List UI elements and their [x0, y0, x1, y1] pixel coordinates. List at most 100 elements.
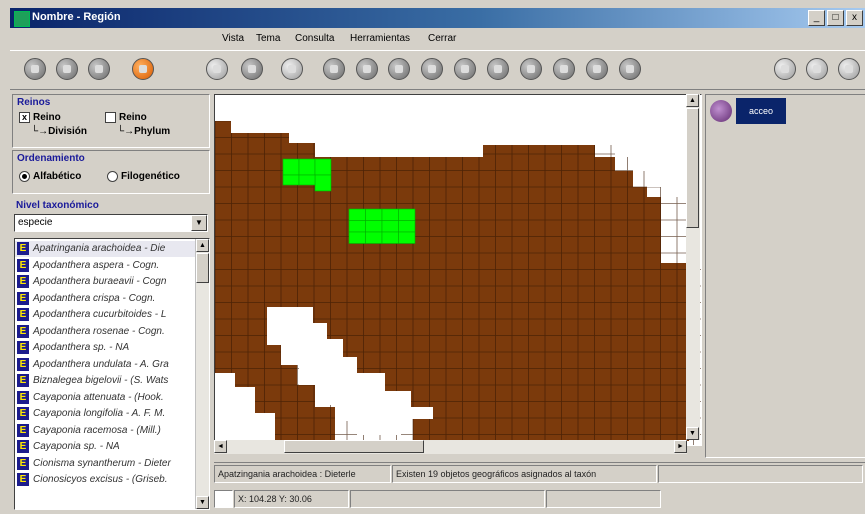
list-item[interactable]: E Cayaponia racemosa - (Mill.): [15, 423, 195, 439]
map-vertical-scrollbar[interactable]: ▲ ▼: [686, 94, 700, 440]
record-cell[interactable]: [298, 158, 316, 176]
map-horizontal-scrollbar[interactable]: ◄ ►: [214, 440, 687, 454]
menu-cerrar[interactable]: Cerrar: [428, 33, 456, 44]
maximize-button[interactable]: □: [827, 10, 844, 26]
stop-icon[interactable]: [56, 58, 78, 80]
window-title: Nombre - Región: [32, 11, 121, 23]
checkbox-unchecked-icon[interactable]: [105, 112, 116, 123]
list-item-label: Cayaponia sp. - NA: [33, 441, 120, 452]
list-item[interactable]: E Cayaponia longifolia - A. F. M.: [15, 406, 195, 422]
list-item[interactable]: E Cayaponia attenuata - (Hook.: [15, 390, 195, 406]
layers-icon[interactable]: [487, 58, 509, 80]
taxon-icon: E: [17, 275, 29, 288]
map-icon[interactable]: [806, 58, 828, 80]
arrow-icon[interactable]: [520, 58, 542, 80]
status-indicator: [214, 490, 233, 508]
map-canvas[interactable]: [214, 94, 702, 446]
list-item[interactable]: E Apodanthera crispa - Cogn.: [15, 291, 195, 307]
radio-unselected-icon[interactable]: [107, 171, 118, 182]
record-cell[interactable]: [348, 220, 366, 233]
record-cell[interactable]: [348, 231, 366, 244]
earth-icon[interactable]: [774, 58, 796, 80]
nivel-title: Nivel taxonómico: [16, 200, 99, 211]
print-icon[interactable]: [241, 58, 263, 80]
close-button[interactable]: x: [846, 10, 863, 26]
list-item[interactable]: E Biznalegea bigelovii - (S. Wats: [15, 373, 195, 389]
menu-vista[interactable]: Vista: [222, 33, 244, 44]
record-cell[interactable]: [314, 158, 332, 176]
list-item[interactable]: E Cayaponia sp. - NA: [15, 439, 195, 455]
legend-item[interactable]: acceo: [708, 96, 788, 126]
zoom-in-icon[interactable]: [323, 58, 345, 80]
list-item[interactable]: E Apodanthera sp. - NA: [15, 340, 195, 356]
record-cell[interactable]: [398, 208, 416, 221]
reinos-phylum-option[interactable]: Reino: [105, 112, 147, 123]
reinos-option2-label: Reino: [119, 112, 147, 124]
species-list[interactable]: E Apatringania arachoidea - Die E Apodanthe…: [14, 238, 210, 510]
taxon-icon: E: [17, 242, 29, 255]
map-scroll-up-icon[interactable]: ▲: [686, 94, 699, 107]
record-cell[interactable]: [282, 158, 300, 176]
list-item[interactable]: E Apatringania arachoidea - Die: [15, 241, 195, 257]
ordenamiento-alfabetico[interactable]: Alfabético: [19, 171, 81, 182]
zoom-out-icon[interactable]: [356, 58, 378, 80]
list-item[interactable]: E Cionosicyos excisus - (Griseb.: [15, 472, 195, 488]
record-cell[interactable]: [298, 174, 316, 186]
ordenamiento-group: Ordenamiento Alfabético Filogenético: [12, 150, 210, 194]
scroll-thumb[interactable]: [196, 253, 209, 283]
list-item[interactable]: E Apodanthera aspera - Cogn.: [15, 258, 195, 274]
list-item-label: Cionisma synantherum - Dieter: [33, 457, 171, 469]
minimize-button[interactable]: _: [808, 10, 825, 26]
list-item[interactable]: E Cionisma synantherum - Dieter: [15, 456, 195, 472]
layer-ball-icon: [710, 100, 732, 122]
menu-consulta[interactable]: Consulta: [295, 33, 334, 44]
reinos-division-option[interactable]: x Reino: [19, 112, 61, 123]
map-scroll-down-icon[interactable]: ▼: [686, 427, 699, 440]
shield-icon[interactable]: [88, 58, 110, 80]
nivel-select[interactable]: especie ▼: [14, 214, 208, 232]
taxon-icon: E: [17, 308, 29, 321]
list-item[interactable]: E Apodanthera buraeavii - Cogn: [15, 274, 195, 290]
map-scroll-right-icon[interactable]: ►: [674, 440, 687, 453]
radio-selected-icon[interactable]: [19, 171, 30, 182]
record-cell[interactable]: [365, 220, 383, 233]
record-cell[interactable]: [398, 220, 416, 233]
record-cell[interactable]: [348, 208, 366, 221]
list-item-label: Apodanthera sp. - NA: [33, 342, 130, 353]
record-cell[interactable]: [381, 208, 399, 221]
list-item[interactable]: E Apodanthera undulata - A. Gra: [15, 357, 195, 373]
clear-icon[interactable]: [586, 58, 608, 80]
select-icon[interactable]: [553, 58, 575, 80]
extra-icon[interactable]: [838, 58, 860, 80]
list-item[interactable]: E Apodanthera rosenae - Cogn.: [15, 324, 195, 340]
globe-icon[interactable]: [281, 58, 303, 80]
taxon-icon: E: [17, 374, 29, 387]
record-cell[interactable]: [282, 174, 300, 186]
scroll-down-icon[interactable]: ▼: [196, 496, 209, 509]
pan-icon[interactable]: [24, 58, 46, 80]
tools-icon[interactable]: [206, 58, 228, 80]
ordenamiento-filogenetico[interactable]: Filogenético: [107, 171, 180, 182]
query-icon[interactable]: [454, 58, 476, 80]
ordenamiento-opt1-label: Alfabético: [33, 171, 82, 183]
fullextent-icon[interactable]: [388, 58, 410, 80]
record-cell[interactable]: [365, 231, 383, 244]
menu-tema[interactable]: Tema: [256, 33, 280, 44]
help-icon[interactable]: [619, 58, 641, 80]
record-cell[interactable]: [381, 231, 399, 244]
chevron-down-icon[interactable]: ▼: [191, 215, 207, 231]
species-scrollbar[interactable]: ▲ ▼: [195, 239, 209, 509]
info-icon[interactable]: [421, 58, 443, 80]
map-hscroll-thumb[interactable]: [284, 440, 424, 453]
list-item[interactable]: E Apodanthera cucurbitoides - L: [15, 307, 195, 323]
checkbox-checked-icon[interactable]: x: [19, 112, 30, 123]
map-scroll-left-icon[interactable]: ◄: [214, 440, 227, 453]
record-cell[interactable]: [381, 220, 399, 233]
menu-herramientas[interactable]: Herramientas: [350, 33, 410, 44]
orange-ball-icon[interactable]: [132, 58, 154, 80]
map-vscroll-thumb[interactable]: [686, 108, 699, 228]
scroll-up-icon[interactable]: ▲: [196, 239, 209, 252]
record-cell[interactable]: [314, 174, 332, 192]
record-cell[interactable]: [365, 208, 383, 221]
record-cell[interactable]: [398, 231, 416, 244]
